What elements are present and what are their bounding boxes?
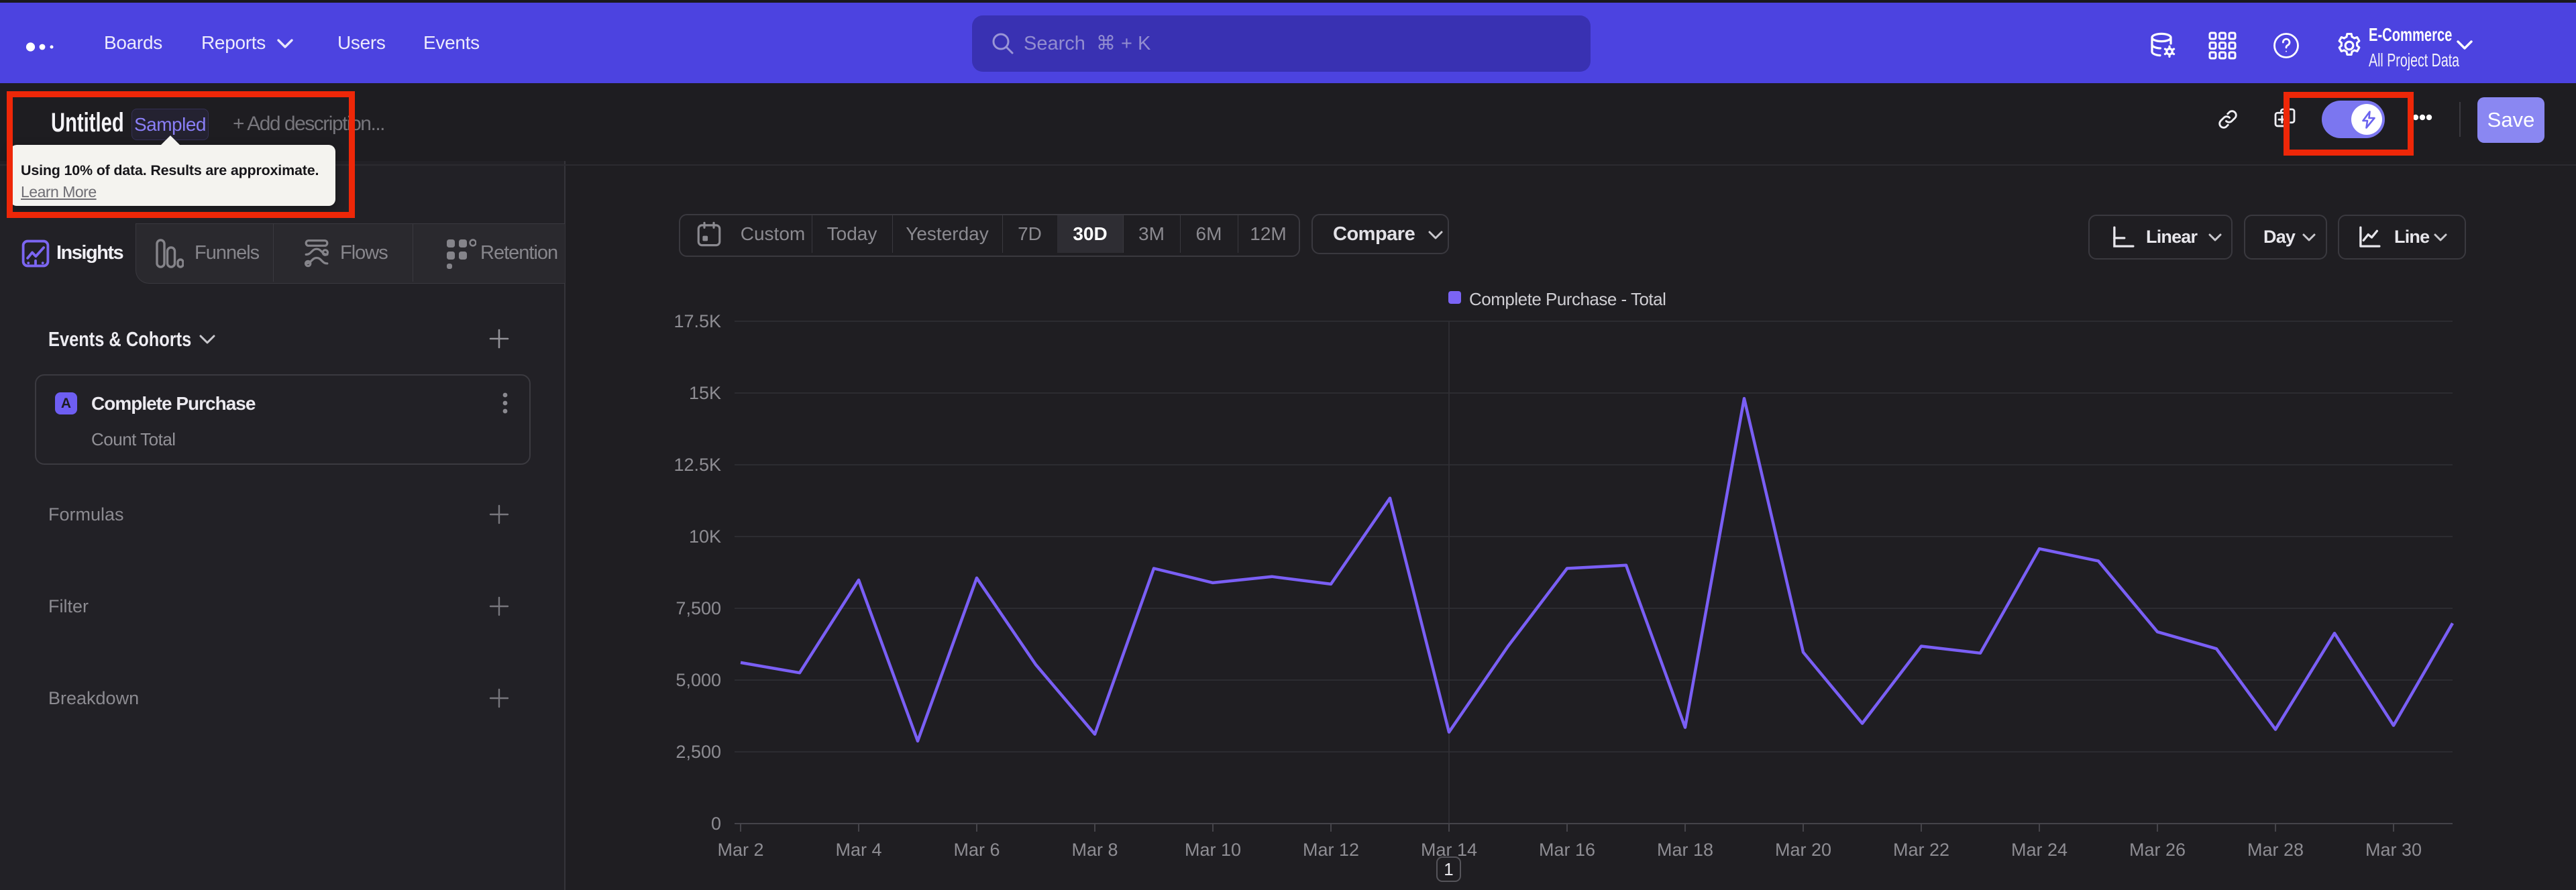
svg-text:Mar 26: Mar 26 [2129,840,2186,860]
svg-text:7,500: 7,500 [676,598,721,618]
svg-text:1: 1 [1444,859,1453,879]
svg-text:Mar 18: Mar 18 [1657,840,1713,860]
svg-text:Mar 16: Mar 16 [1539,840,1595,860]
svg-text:Mar 2: Mar 2 [717,840,763,860]
svg-text:Mar 4: Mar 4 [835,840,881,860]
svg-text:Complete Purchase - Total: Complete Purchase - Total [1469,289,1666,309]
svg-text:17.5K: 17.5K [674,311,721,331]
svg-text:Mar 10: Mar 10 [1185,840,1241,860]
svg-text:2,500: 2,500 [676,742,721,762]
svg-text:Mar 6: Mar 6 [953,840,1000,860]
svg-text:Mar 30: Mar 30 [2365,840,2422,860]
svg-text:Mar 28: Mar 28 [2247,840,2304,860]
svg-text:15K: 15K [689,383,721,403]
svg-text:12.5K: 12.5K [674,455,721,475]
svg-text:Mar 20: Mar 20 [1775,840,1831,860]
svg-text:10K: 10K [689,526,721,547]
svg-text:Mar 24: Mar 24 [2011,840,2068,860]
svg-text:Mar 12: Mar 12 [1303,840,1359,860]
svg-text:5,000: 5,000 [676,670,721,690]
svg-text:0: 0 [711,814,721,834]
svg-text:Mar 22: Mar 22 [1893,840,1949,860]
svg-text:Mar 8: Mar 8 [1071,840,1118,860]
